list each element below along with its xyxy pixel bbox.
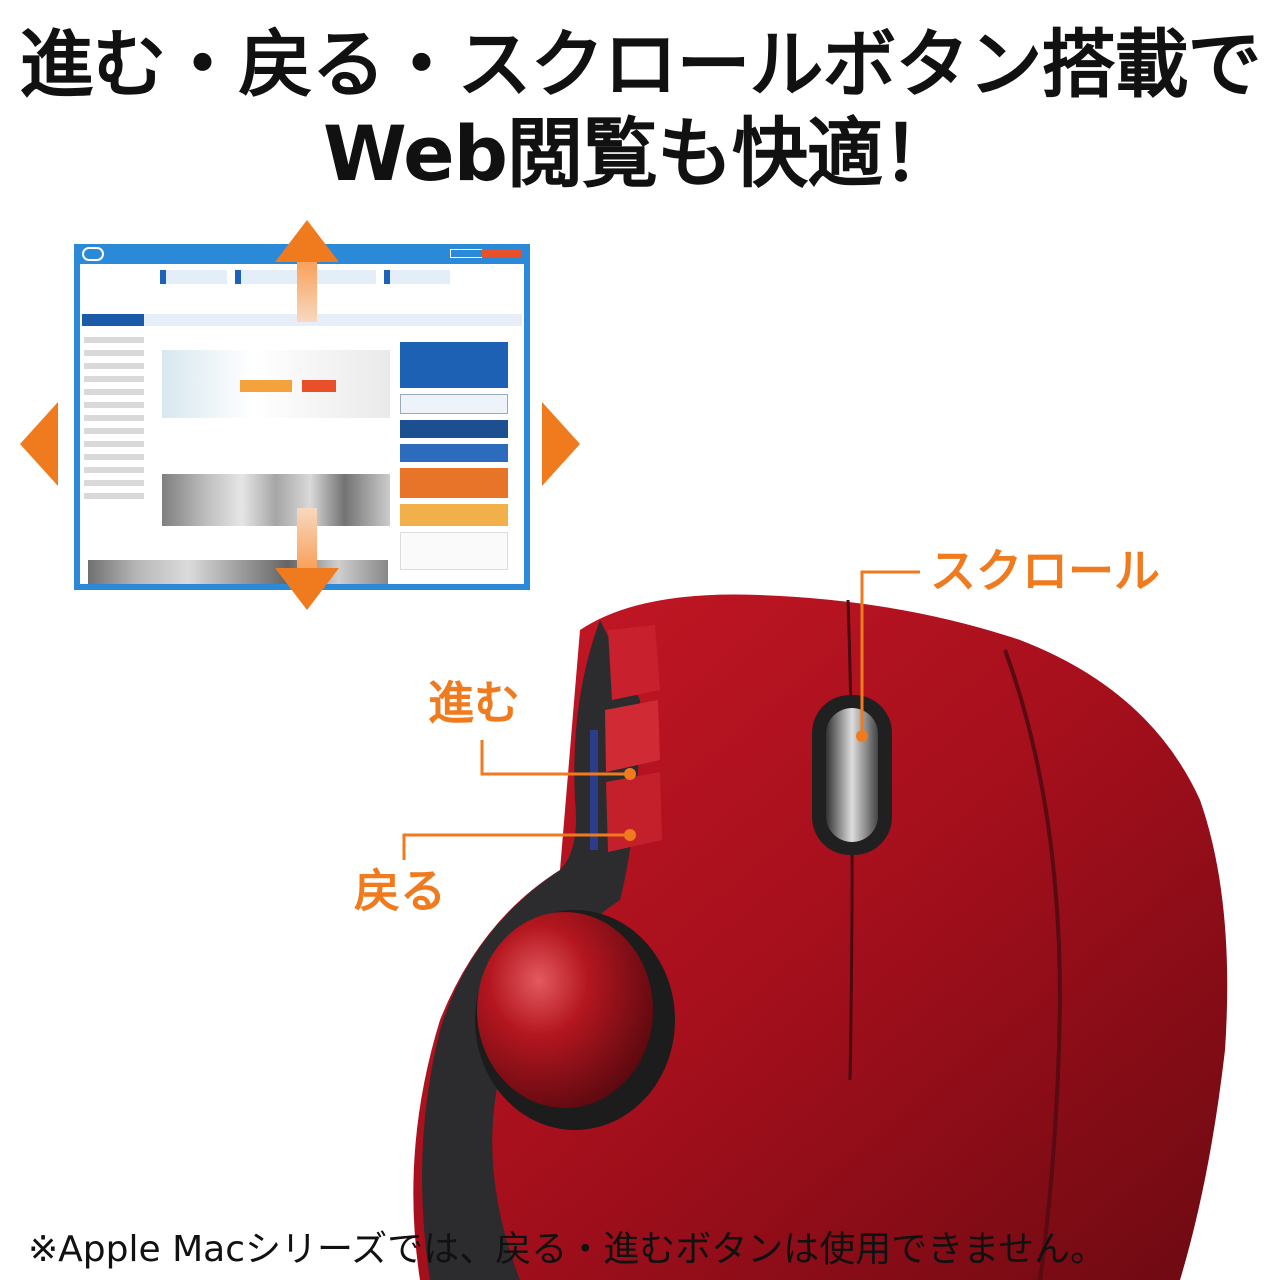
forward-button <box>605 700 660 772</box>
scroll-callout-label: スクロール <box>930 544 1160 598</box>
back-button <box>606 772 662 852</box>
forward-callout-label: 進む <box>428 676 520 730</box>
trackball-mouse-illustration <box>402 570 1228 1280</box>
trackball-icon <box>477 912 653 1108</box>
back-callout-label: 戻る <box>354 864 446 918</box>
extra-button-top <box>608 625 660 700</box>
scroll-wheel-icon <box>826 708 878 842</box>
footnote: ※Apple Macシリーズでは、戻る・進むボタンは使用できません。 <box>28 1229 1107 1270</box>
side-accent <box>590 730 598 850</box>
